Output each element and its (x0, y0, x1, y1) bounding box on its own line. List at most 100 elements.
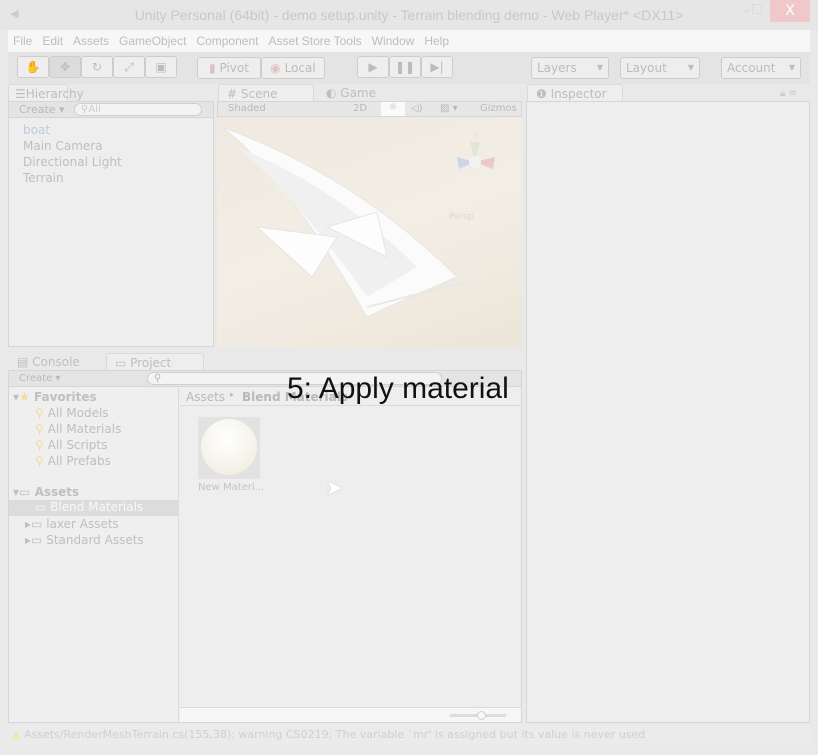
audio-toggle[interactable]: ◁) (411, 103, 423, 114)
create-label: Create (19, 103, 56, 116)
layers-label: Layers (537, 61, 577, 75)
pivot-icon: ▮ (209, 61, 220, 75)
layout-label: Layout (626, 61, 667, 75)
scene-gizmo-icon[interactable]: y (445, 127, 505, 197)
search-icon: ⚲ (35, 406, 44, 420)
hierarchy-search-input[interactable]: ⚲All (74, 103, 202, 116)
favorites-label: Favorites (33, 390, 97, 404)
menu-bar: File Edit Assets GameObject Component Asset S… (8, 30, 810, 52)
create-label: Create (19, 373, 53, 384)
favorite-all-scripts[interactable]: ⚲ All Scripts (35, 438, 107, 452)
lock-icon[interactable]: 🔒︎ ≡ (780, 88, 797, 99)
menu-component[interactable]: Component (191, 30, 263, 48)
assets-label: Assets (34, 485, 80, 499)
persp-label: Persp (449, 212, 474, 222)
project-create-button[interactable]: Create ▾ (19, 373, 60, 384)
inspector-panel (526, 101, 810, 723)
svg-text:y: y (473, 130, 478, 139)
material-asset-label: New Materi... (198, 482, 265, 493)
menu-edit[interactable]: Edit (37, 30, 68, 48)
hierarchy-item-boat[interactable]: boat (23, 123, 50, 137)
status-bar[interactable]: ▲ Assets/RenderMeshTerrain.cs(155,38): w… (8, 725, 810, 745)
tab-scene[interactable]: # Scene (218, 84, 314, 102)
tab-project[interactable]: ▭ Project (106, 353, 204, 371)
hierarchy-item-directional-light[interactable]: Directional Light (23, 155, 122, 169)
folder-label: Blend Materials (50, 500, 144, 514)
material-preview-sphere (201, 419, 257, 475)
hierarchy-create-button[interactable]: Create ▾ (19, 103, 65, 116)
pivot-label: Pivot (219, 61, 249, 75)
toolbar: ✋ ✥ ↻ ⤢ ▣ ▮ Pivot ◉ Local ▶ ❚❚ ▶| Layers… (8, 52, 810, 84)
pivot-button[interactable]: ▮ Pivot (197, 57, 261, 79)
folder-blend-materials[interactable]: ▭ Blend Materials (9, 500, 179, 516)
gizmos-dropdown[interactable]: Gizmos (480, 103, 517, 114)
move-tool-button[interactable]: ✥ (49, 56, 81, 78)
favorite-all-models[interactable]: ⚲ All Models (35, 406, 109, 420)
tab-label: Scene (240, 87, 278, 101)
rect-tool-button[interactable]: ▣ (145, 56, 177, 78)
search-placeholder: All (88, 104, 101, 115)
tab-label: Hierarchy (25, 87, 84, 101)
menu-gameobject[interactable]: GameObject (114, 30, 191, 48)
effects-dropdown[interactable]: ▨ ▾ (440, 103, 458, 114)
hierarchy-toolbar: Create ▾ ⚲All (9, 102, 213, 118)
search-icon: ⚲ (35, 422, 44, 436)
shading-dropdown[interactable]: Shaded (228, 103, 266, 114)
2d-toggle[interactable]: 2D (353, 103, 367, 114)
project-footer (180, 707, 521, 722)
tab-label: Game (340, 86, 377, 100)
folder-icon: ▭ (31, 517, 43, 531)
menu-window[interactable]: Window (367, 30, 420, 48)
local-button[interactable]: ◉ Local (261, 57, 325, 79)
lighting-toggle[interactable]: ☼ (381, 102, 405, 116)
menu-assets[interactable]: Assets (68, 30, 114, 48)
slider-handle[interactable] (477, 711, 486, 720)
list-icon: ☰ (15, 87, 26, 101)
scale-tool-button[interactable]: ⤢ (113, 56, 145, 78)
tab-game[interactable]: ◐ Game (326, 86, 376, 100)
account-dropdown[interactable]: Account ▼ (721, 57, 801, 79)
layout-dropdown[interactable]: Layout ▼ (620, 57, 700, 79)
tab-hierarchy[interactable]: ☰Hierarchy (8, 84, 84, 102)
project-folder-tree: ▾★ Favorites ⚲ All Models ⚲ All Material… (9, 388, 179, 722)
search-icon: ⚲ (35, 438, 44, 452)
shading-label: Shaded (228, 103, 266, 114)
folder-laxer-assets[interactable]: ▸▭ laxer Assets (25, 517, 119, 531)
minimize-button[interactable]: – (744, 4, 750, 17)
play-button[interactable]: ▶ (357, 56, 389, 78)
chevron-down-icon: ▼ (596, 63, 603, 72)
maximize-button[interactable] (752, 4, 762, 14)
account-label: Account (727, 61, 776, 75)
assets-header[interactable]: ▾▭ Assets (13, 485, 79, 499)
title-bar: ◀ Unity Personal (64bit) - demo setup.un… (0, 0, 818, 30)
local-icon: ◉ (270, 61, 285, 75)
folder-icon: ▭ (35, 500, 47, 514)
menu-file[interactable]: File (8, 30, 37, 48)
favorites-header[interactable]: ▾★ Favorites (13, 390, 97, 404)
scene-viewport[interactable]: y Persp (217, 117, 522, 347)
folder-standard-assets[interactable]: ▸▭ Standard Assets (25, 533, 144, 547)
breadcrumb-separator-icon: ▸ (230, 390, 235, 399)
folder-icon: ▭ (31, 533, 43, 547)
folder-label: Standard Assets (46, 533, 144, 547)
tab-inspector[interactable]: ❶ Inspector (527, 84, 623, 102)
close-button[interactable]: X (770, 0, 810, 22)
status-message: Assets/RenderMeshTerrain.cs(155,38): war… (23, 728, 646, 741)
favorite-all-materials[interactable]: ⚲ All Materials (35, 422, 121, 436)
rotate-tool-button[interactable]: ↻ (81, 56, 113, 78)
search-icon: ⚲ (35, 454, 44, 468)
favorite-all-prefabs[interactable]: ⚲ All Prefabs (35, 454, 111, 468)
material-asset-new-material[interactable] (198, 417, 260, 479)
hand-tool-button[interactable]: ✋ (17, 56, 49, 78)
layers-dropdown[interactable]: Layers ▼ (531, 57, 609, 79)
pause-button[interactable]: ❚❚ (389, 56, 421, 78)
menu-asset-store-tools[interactable]: Asset Store Tools (263, 30, 366, 48)
tab-console[interactable]: ▤ Console (17, 355, 80, 369)
breadcrumb-assets[interactable]: Assets (186, 390, 225, 404)
hierarchy-item-main-camera[interactable]: Main Camera (23, 139, 103, 153)
tab-label: Console (32, 355, 80, 369)
hierarchy-item-terrain[interactable]: Terrain (23, 171, 64, 185)
favorite-label: All Models (47, 406, 109, 420)
step-button[interactable]: ▶| (421, 56, 453, 78)
menu-help[interactable]: Help (419, 30, 454, 48)
